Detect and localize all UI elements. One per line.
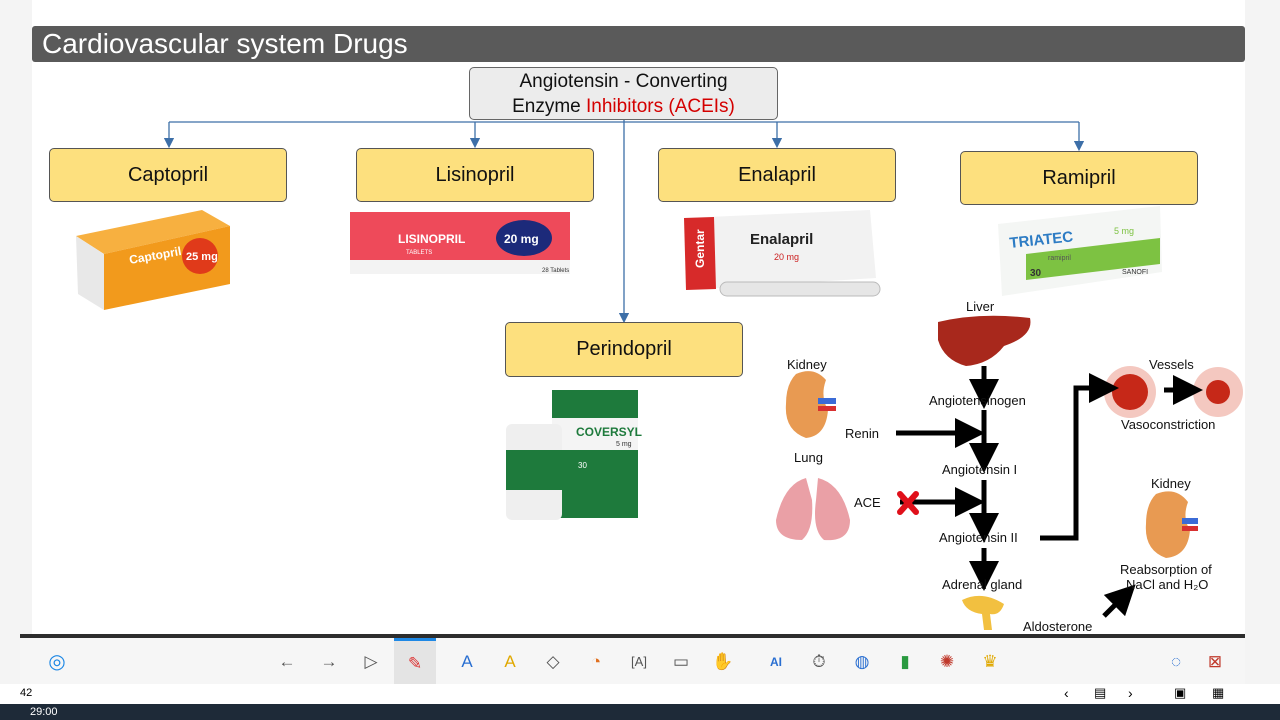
eraser-icon[interactable]: ◇: [542, 651, 564, 673]
label-angiotensinogen: Angiotensinogen: [929, 393, 1026, 408]
pen-icon[interactable]: ✎: [394, 638, 436, 684]
shape-icon[interactable]: ◔: [585, 651, 607, 673]
forward-arrow-icon[interactable]: →: [318, 651, 340, 673]
page-number: 42: [20, 687, 33, 699]
label-adrenal: Adrenal gland: [942, 577, 1023, 592]
label-angiotensin-2: Angiotensin II: [939, 530, 1018, 545]
status-bar: 42 ‹ ▤ › ▣ ▦: [0, 684, 1280, 704]
label-lung: Lung: [794, 450, 823, 465]
lung-icon: [776, 478, 813, 540]
label-reabsorption-1: Reabsorption of: [1120, 562, 1212, 577]
exit-icon[interactable]: ⊠: [1204, 651, 1226, 673]
back-arrow-icon[interactable]: ←: [276, 651, 298, 673]
prev-page-icon[interactable]: ‹: [1064, 685, 1069, 701]
next-page-icon[interactable]: ›: [1128, 685, 1133, 701]
globe-icon[interactable]: ◍: [851, 651, 873, 673]
ai-icon[interactable]: AI: [765, 651, 787, 673]
grid-view-icon[interactable]: ▦: [1212, 685, 1224, 701]
label-renin: Renin: [845, 426, 879, 441]
annotation-toolbar: ◎ ← → ▷ ✎ A A ◇ ◔ [A] ▭ ✋ AI ⏱ ◍ ▮ ✺ ♛ ◌…: [20, 634, 1245, 684]
label-vessels: Vessels: [1149, 357, 1194, 372]
kidney-icon: [785, 371, 828, 438]
label-kidney-right: Kidney: [1151, 476, 1191, 491]
kidney-right-icon: [1145, 491, 1190, 558]
label-reabsorption-2: NaCl and H₂O: [1126, 577, 1209, 592]
trophy-icon[interactable]: ♛: [979, 651, 1001, 673]
adrenal-icon: [962, 595, 1004, 630]
taskbar: 29:00: [0, 704, 1280, 720]
label-liver: Liver: [966, 299, 995, 314]
label-vasoconstriction: Vasoconstriction: [1121, 417, 1216, 432]
wheel-icon[interactable]: ✺: [936, 651, 958, 673]
label-ace: ACE: [854, 495, 881, 510]
hand-icon[interactable]: ✋: [712, 651, 734, 673]
text-icon[interactable]: [A]: [628, 651, 650, 673]
highlighter-icon[interactable]: A: [456, 651, 478, 673]
screen-icon[interactable]: ▭: [670, 651, 692, 673]
label-angiotensin-1: Angiotensin I: [942, 462, 1018, 477]
raas-pathway-diagram: [776, 315, 1243, 630]
normal-view-icon[interactable]: ▣: [1174, 685, 1186, 701]
clock: 29:00: [30, 706, 58, 718]
liver-icon: [938, 315, 1031, 366]
chart-icon[interactable]: ▮: [894, 651, 916, 673]
label-aldosterone: Aldosterone: [1023, 619, 1093, 634]
label-kidney-left: Kidney: [787, 357, 827, 372]
pointer-icon[interactable]: ▷: [360, 651, 382, 673]
slides-icon[interactable]: ▤: [1094, 685, 1106, 701]
timer-icon[interactable]: ⏱: [808, 651, 830, 673]
app-logo-icon[interactable]: ◎: [46, 651, 68, 673]
marker-icon[interactable]: A: [499, 651, 521, 673]
eye-off-icon[interactable]: ◌: [1165, 651, 1187, 673]
